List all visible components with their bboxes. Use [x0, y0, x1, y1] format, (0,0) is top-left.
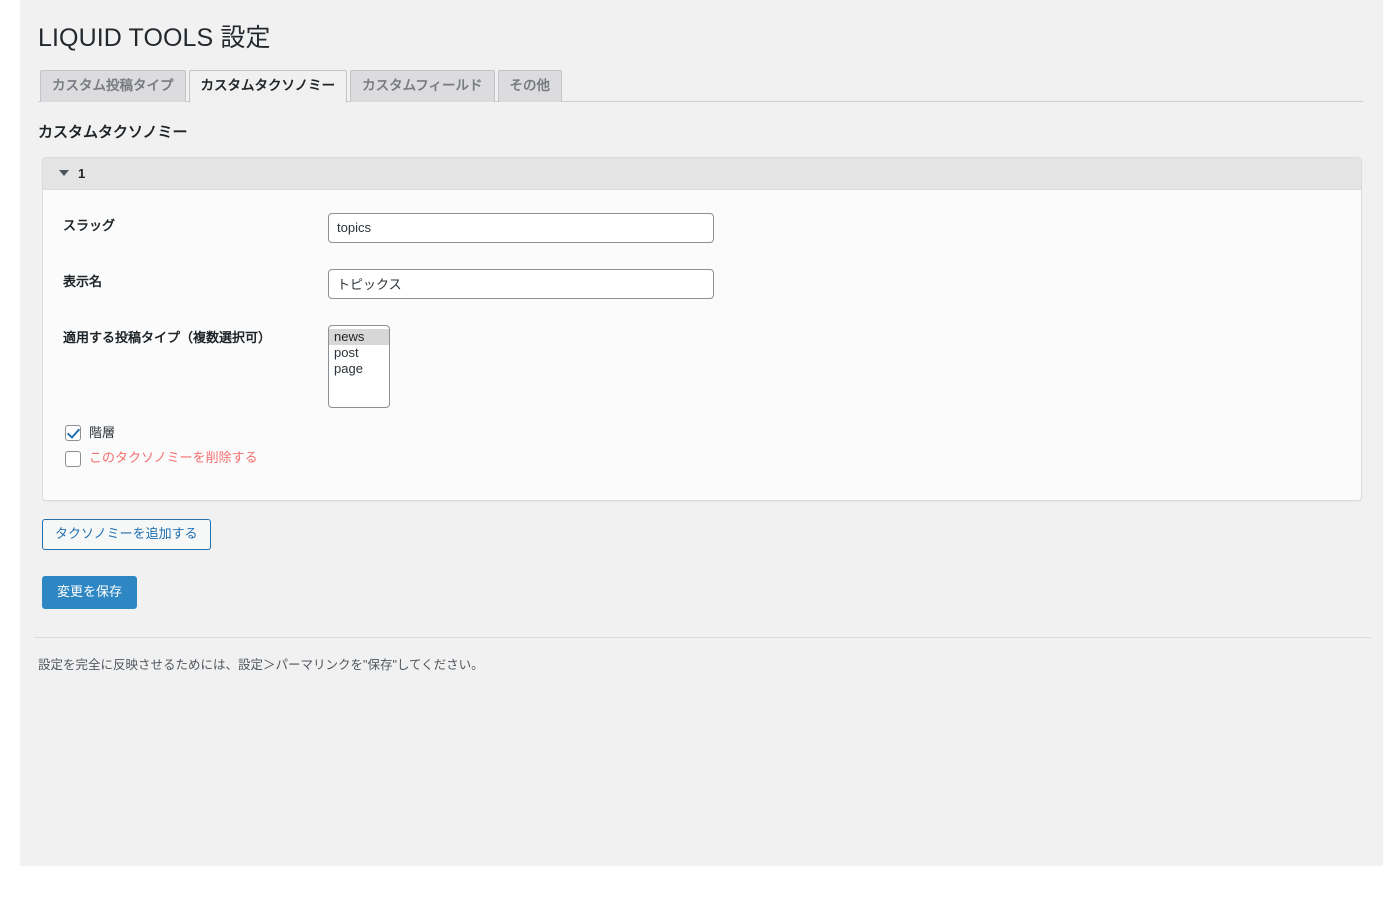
form-row-display-name: 表示名 — [59, 256, 1345, 312]
post-type-option-news[interactable]: news — [329, 329, 389, 345]
display-name-label: 表示名 — [59, 256, 318, 312]
screen-root: LIQUID TOOLS 設定 カスタム投稿タイプカスタムタクソノミーカスタムフ… — [0, 0, 1400, 900]
post-types-multiselect[interactable]: news post page — [328, 325, 390, 408]
delete-taxonomy-label[interactable]: このタクソノミーを削除する — [89, 448, 258, 469]
post-types-label: 適用する投稿タイプ（複数選択可） — [59, 312, 318, 421]
taxonomy-card-body: スラッグ 表示名 — [43, 190, 1361, 501]
slug-cell — [318, 200, 1345, 256]
admin-page-body: LIQUID TOOLS 設定 カスタム投稿タイプカスタムタクソノミーカスタムフ… — [20, 0, 1383, 866]
settings-tab-bar: カスタム投稿タイプカスタムタクソノミーカスタムフィールドその他 — [38, 69, 1363, 102]
hierarchical-label[interactable]: 階層 — [89, 423, 115, 444]
tab-other[interactable]: その他 — [498, 70, 563, 102]
add-taxonomy-row: タクソノミーを追加する — [42, 519, 1363, 550]
delete-taxonomy-checkbox[interactable] — [65, 451, 81, 467]
display-name-cell — [318, 256, 1345, 312]
checkbox-row-delete: このタクソノミーを削除する — [65, 448, 1345, 469]
tab-custom-field[interactable]: カスタムフィールド — [350, 70, 494, 102]
hierarchical-checkbox[interactable] — [65, 425, 81, 441]
triangle-down-icon[interactable] — [59, 170, 69, 176]
post-types-cell: news post page — [318, 312, 1345, 421]
checkbox-row-hierarchical: 階層 — [65, 423, 1345, 444]
taxonomy-card: 1 スラッグ 表示名 — [42, 157, 1362, 502]
form-row-slug: スラッグ — [59, 200, 1345, 256]
taxonomy-form-table: スラッグ 表示名 — [59, 200, 1345, 421]
section-heading: カスタムタクソノミー — [38, 102, 1363, 157]
settings-wrap: LIQUID TOOLS 設定 カスタム投稿タイプカスタムタクソノミーカスタムフ… — [20, 0, 1383, 675]
page-title: LIQUID TOOLS 設定 — [38, 0, 1363, 69]
tab-custom-taxonomy[interactable]: カスタムタクソノミー — [189, 70, 348, 103]
taxonomy-checkbox-group: 階層 このタクソノミーを削除する — [59, 421, 1345, 485]
form-row-post-types: 適用する投稿タイプ（複数選択可） news post page — [59, 312, 1345, 421]
display-name-input[interactable] — [328, 269, 714, 299]
save-changes-button[interactable]: 変更を保存 — [42, 576, 137, 609]
footer-note: 設定を完全に反映させるためには、設定＞パーマリンクを"保存"してください。 — [38, 638, 1363, 675]
tab-custom-post-type[interactable]: カスタム投稿タイプ — [40, 70, 186, 102]
slug-label: スラッグ — [59, 200, 318, 256]
add-taxonomy-button[interactable]: タクソノミーを追加する — [42, 519, 211, 550]
taxonomy-card-header[interactable]: 1 — [43, 158, 1361, 190]
post-type-option-page[interactable]: page — [329, 361, 389, 377]
slug-input[interactable] — [328, 213, 714, 243]
post-type-option-post[interactable]: post — [329, 345, 389, 361]
taxonomy-card-index: 1 — [78, 167, 85, 180]
